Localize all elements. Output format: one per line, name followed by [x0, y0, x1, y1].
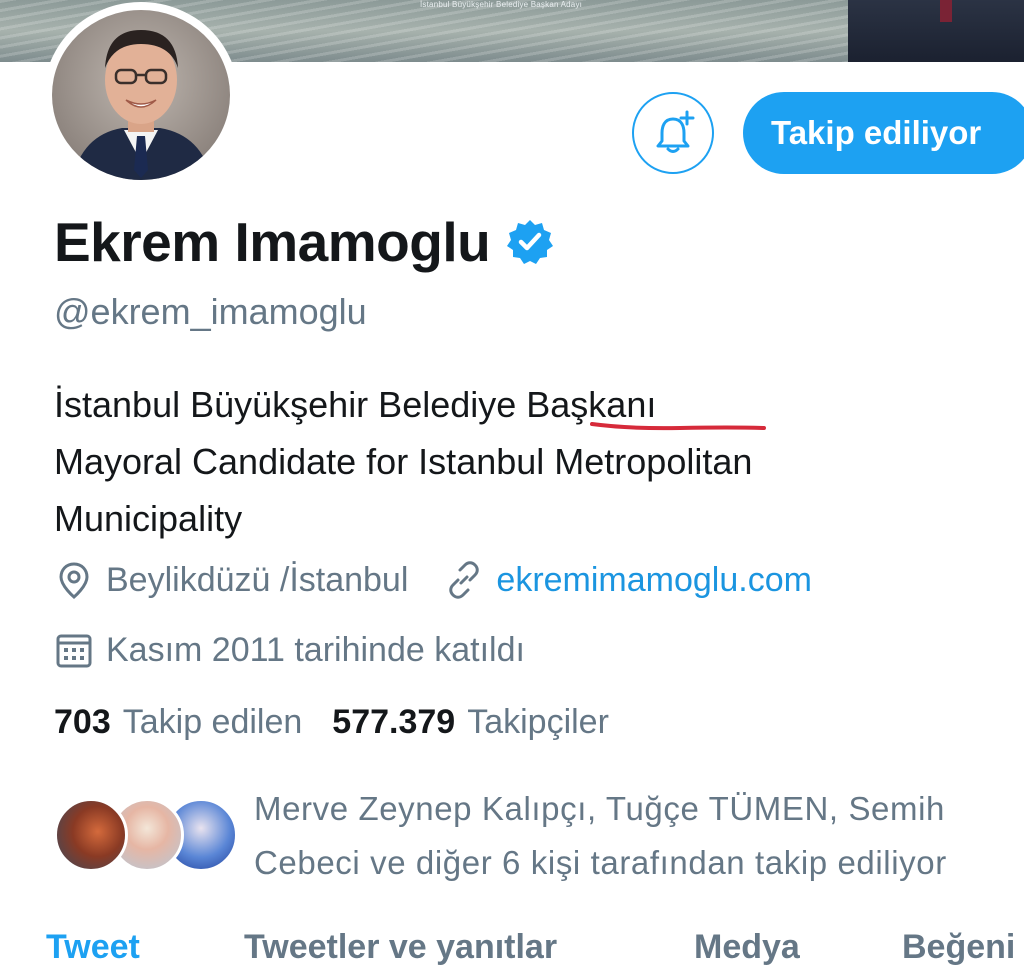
bio-line: Mayoral Candidate for Istanbul Metropoli… [54, 441, 753, 482]
notifications-button[interactable] [632, 92, 714, 174]
joined-row: Kasım 2011 tarihinde katıldı [54, 630, 525, 670]
bio-line: Municipality [54, 498, 243, 539]
red-underline-annotation [590, 422, 766, 431]
profile-avatar[interactable] [44, 2, 238, 188]
profile-website-link[interactable]: ekremimamoglu.com [496, 561, 812, 600]
bell-plus-icon [656, 110, 695, 153]
profile-location: Beylikdüzü /İstanbul [106, 560, 409, 599]
joined-date: Kasım 2011 tarihinde katıldı [106, 630, 525, 669]
followers-stat[interactable]: 577.379 Takipçiler [332, 703, 609, 742]
profile-name-row: Ekrem Imamoglu [54, 210, 554, 274]
location-pin-icon [59, 562, 89, 599]
profile-tabs: Tweet Tweetler ve yanıtlar Medya Beğeni [0, 928, 1024, 968]
tab-tweets[interactable]: Tweet [46, 928, 140, 967]
bio-line: İstanbul Büyükşehir Belediye Başkanı [54, 384, 657, 425]
location-website-row: Beylikdüzü /İstanbul ekremimamoglu.com [54, 560, 812, 600]
following-label: Takip edilen [122, 703, 303, 741]
followed-by-text[interactable]: Merve Zeynep Kalıpçı, Tuğçe TÜMEN, Semih… [254, 782, 1024, 890]
profile-bio: İstanbul Büyükşehir Belediye Başkanı May… [54, 376, 954, 547]
link-icon [449, 561, 480, 599]
following-button[interactable]: Takip ediliyor [743, 92, 1024, 174]
calendar-icon [56, 634, 92, 668]
tab-tweets-and-replies[interactable]: Tweetler ve yanıtlar [244, 928, 557, 967]
following-count: 703 [54, 703, 111, 741]
banner-caption: İstanbul Büyükşehir Belediye Başkan Aday… [420, 0, 583, 9]
display-name: Ekrem Imamoglu [54, 211, 491, 273]
following-stat[interactable]: 703 Takip edilen [54, 703, 302, 742]
tab-media[interactable]: Medya [694, 928, 800, 967]
tab-likes[interactable]: Beğeni [902, 928, 1015, 967]
banner-person-image [848, 0, 1024, 62]
verified-badge-icon [507, 220, 554, 264]
avatar-photo [52, 10, 230, 180]
profile-handle: @ekrem_imamoglu [54, 291, 367, 332]
avatar [54, 798, 128, 872]
followers-count: 577.379 [332, 703, 456, 741]
profile-stats: 703 Takip edilen 577.379 Takipçiler [54, 703, 639, 742]
followed-by-line: Cebeci ve diğer 6 kişi tarafından takip … [254, 844, 947, 881]
followers-label: Takipçiler [467, 703, 609, 741]
followed-by-line: Merve Zeynep Kalıpçı, Tuğçe TÜMEN, Semih [254, 790, 945, 827]
